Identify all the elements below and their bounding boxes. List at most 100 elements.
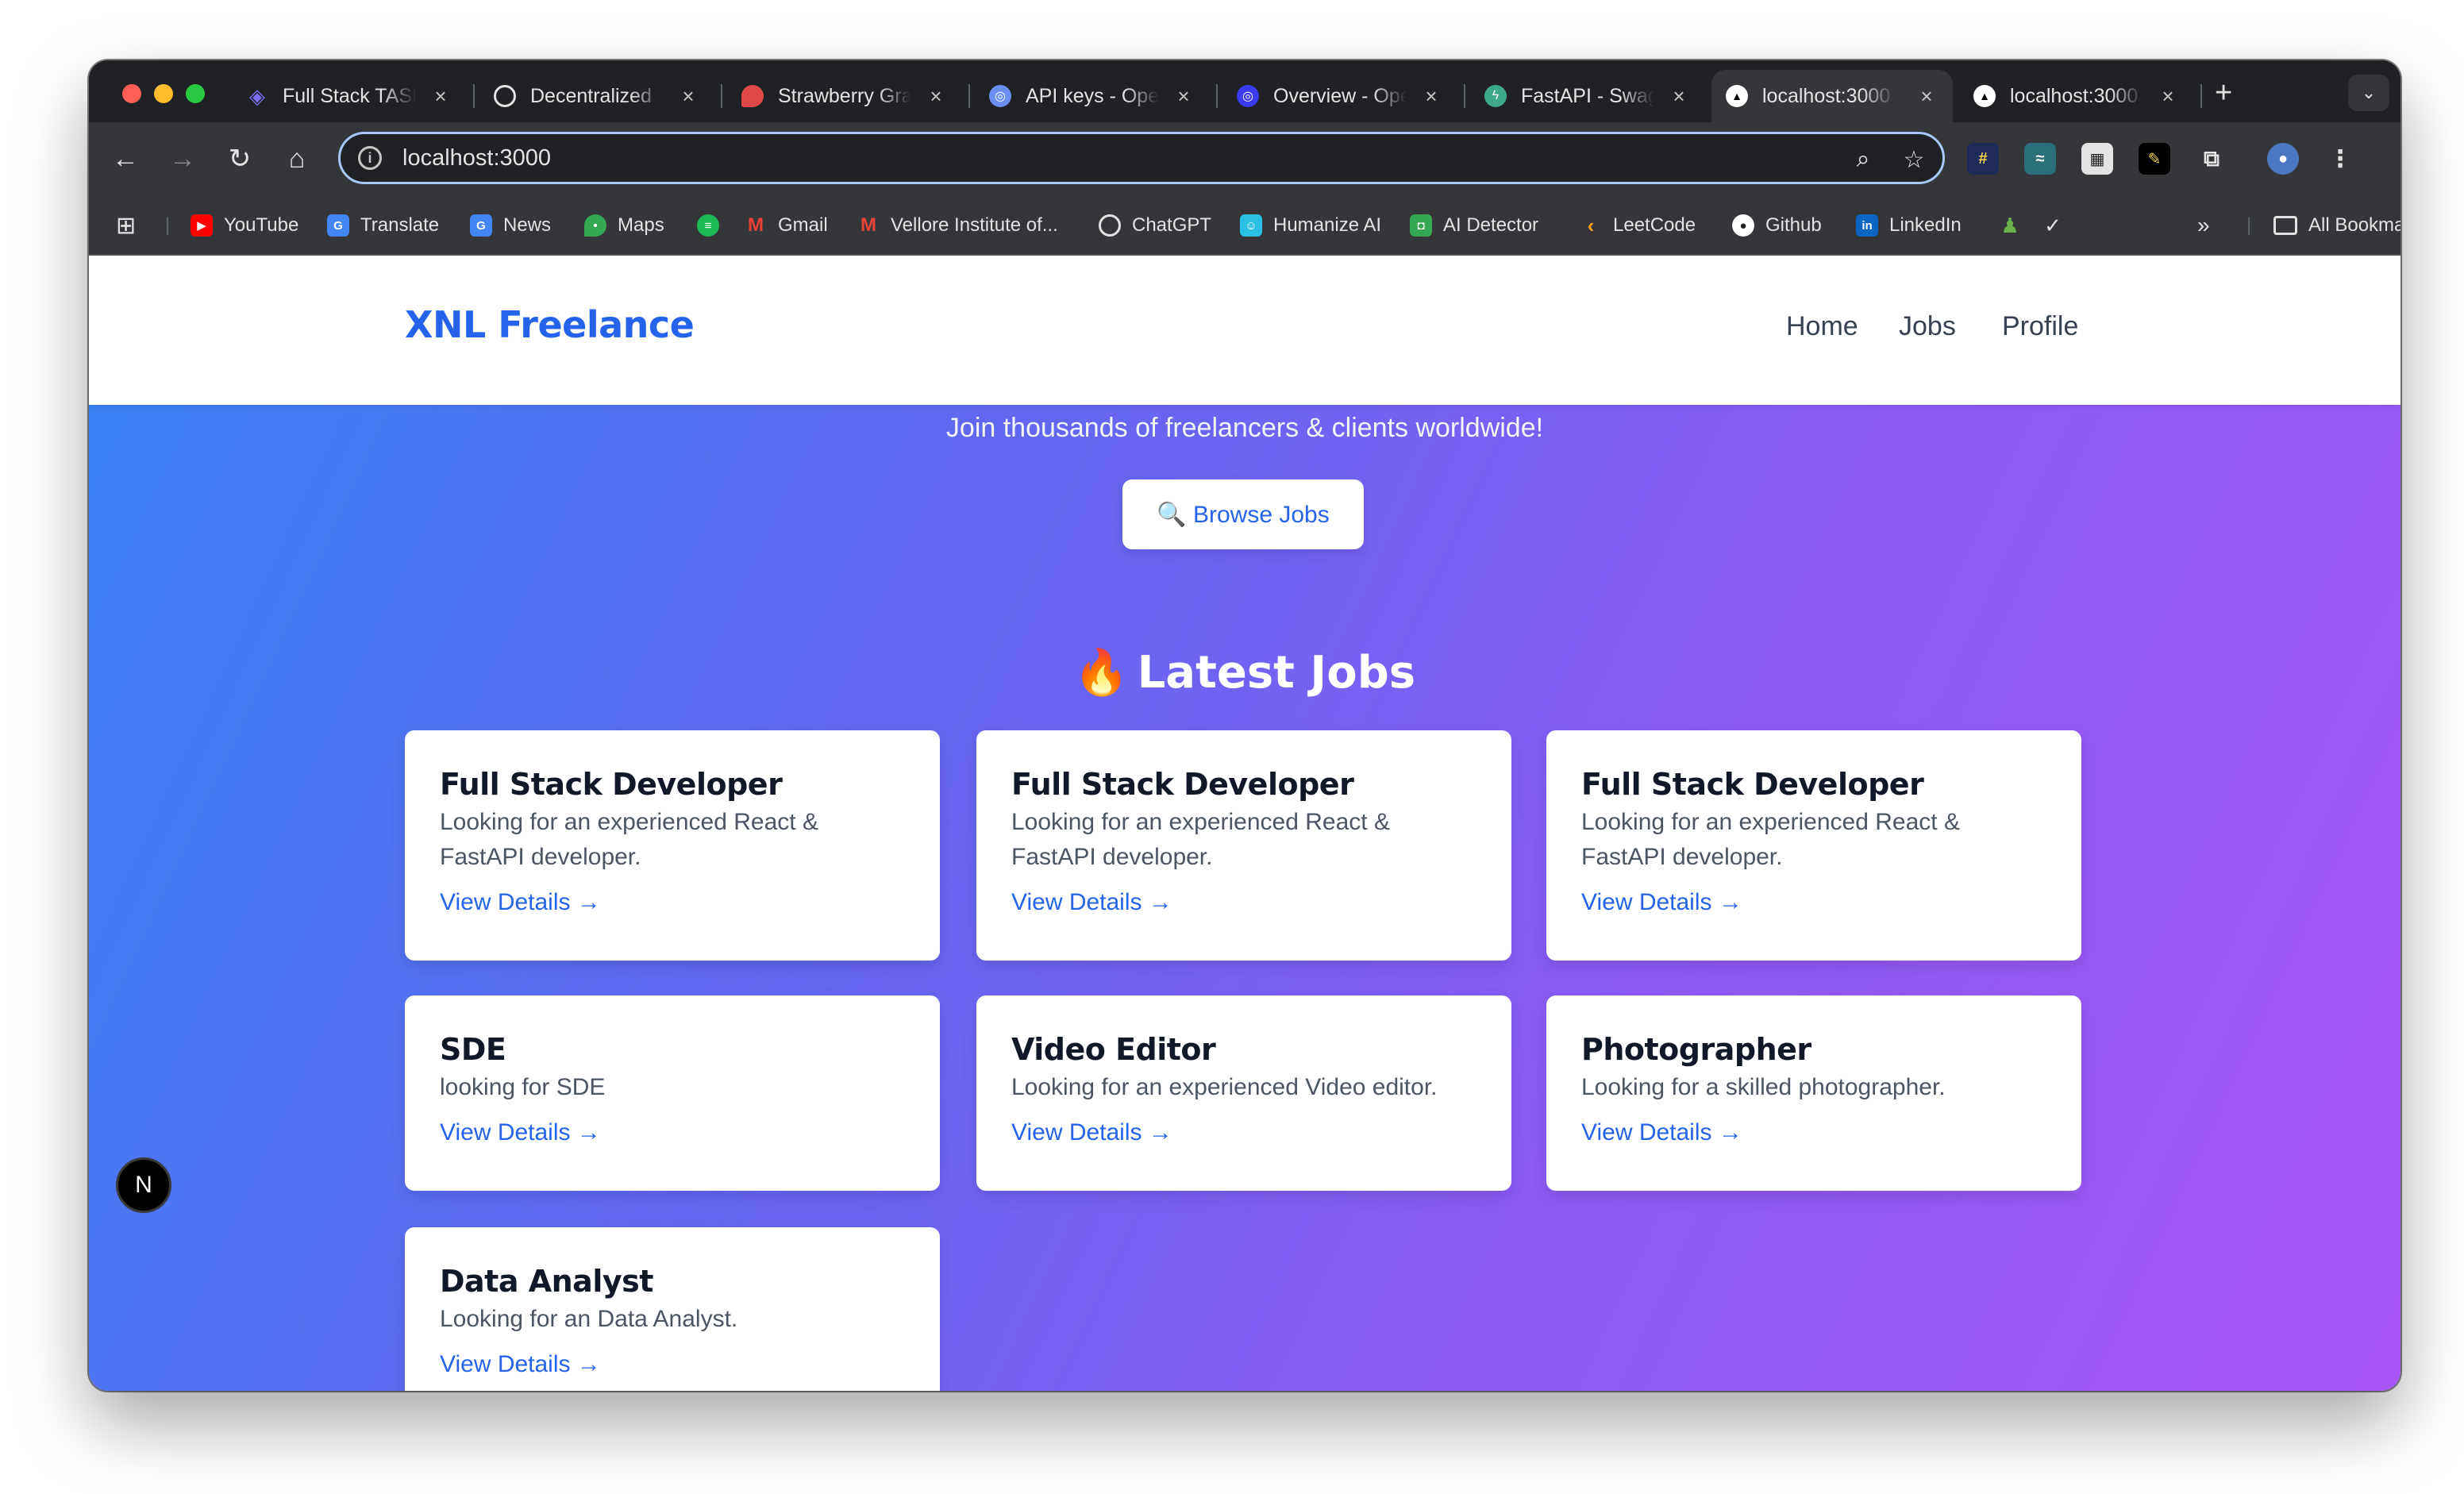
browser-tab[interactable]: ▲ localhost:3000 × bbox=[1959, 70, 2194, 122]
hero-section: Join thousands of freelancers & clients … bbox=[89, 405, 2400, 1391]
view-details-link[interactable]: View Details → bbox=[1581, 1119, 1742, 1146]
browser-tab[interactable]: ◎ Overview - OpenAI × bbox=[1222, 70, 1457, 122]
checkmark-icon: ✓ bbox=[2044, 213, 2062, 237]
browser-tab[interactable]: ◈ Full Stack TASK × bbox=[232, 70, 467, 122]
close-icon[interactable]: × bbox=[1172, 84, 1195, 109]
close-window-button[interactable] bbox=[122, 84, 141, 103]
job-description: Looking for an Data Analyst. bbox=[440, 1306, 738, 1332]
tab-search-button[interactable]: ⌄ bbox=[2348, 75, 2389, 111]
close-icon[interactable]: × bbox=[1419, 84, 1443, 109]
bookmark-translate[interactable]: G Translate bbox=[327, 210, 439, 241]
close-icon[interactable]: × bbox=[2156, 84, 2180, 109]
fire-icon: 🔥 bbox=[1073, 647, 1130, 699]
menu-kebab-icon[interactable]: ⋮ bbox=[2324, 143, 2356, 175]
nav-home-link[interactable]: Home bbox=[1786, 311, 1858, 342]
reload-button[interactable]: ↻ bbox=[221, 140, 259, 178]
nav-profile-link[interactable]: Profile bbox=[2002, 311, 2078, 342]
bookmark-label: Gmail bbox=[778, 214, 828, 236]
bookmark-gmail[interactable]: M Gmail bbox=[745, 210, 828, 241]
view-details-link[interactable]: View Details → bbox=[440, 1351, 601, 1378]
bookmark-figure[interactable]: ♟ bbox=[1999, 210, 2032, 241]
brand-logo[interactable]: XNL Freelance bbox=[405, 303, 695, 346]
bookmark-star-icon[interactable]: ☆ bbox=[1898, 144, 1930, 175]
bookmark-humanize[interactable]: ☺ Humanize AI bbox=[1240, 210, 1381, 241]
maps-icon: • bbox=[584, 214, 606, 237]
bookmark-leetcode[interactable]: ‹ LeetCode bbox=[1580, 210, 1696, 241]
job-card: Video Editor Looking for an experienced … bbox=[976, 995, 1511, 1191]
more-bookmarks-chevron-icon[interactable]: » bbox=[2197, 210, 2210, 241]
browser-tab[interactable]: Decentralized × bbox=[479, 70, 714, 122]
view-details-link[interactable]: View Details → bbox=[1011, 1119, 1172, 1146]
browser-tab[interactable]: Strawberry Grape × bbox=[727, 70, 962, 122]
minimize-window-button[interactable] bbox=[154, 84, 173, 103]
youtube-icon: ▶ bbox=[191, 214, 213, 237]
job-description: Looking for a skilled photographer. bbox=[1581, 1074, 1946, 1100]
bookmark-vellore[interactable]: M Vellore Institute of... bbox=[857, 210, 1058, 241]
job-description: Looking for an experienced Video editor. bbox=[1011, 1074, 1438, 1100]
job-card: Data Analyst Looking for an Data Analyst… bbox=[405, 1227, 940, 1391]
tab-title: Overview - OpenAI bbox=[1273, 84, 1407, 107]
bookmark-chatgpt[interactable]: ChatGPT bbox=[1099, 210, 1211, 241]
bookmark-github[interactable]: ● Github bbox=[1732, 210, 1822, 241]
close-icon[interactable]: × bbox=[429, 84, 452, 109]
globe-icon: ◎ bbox=[1237, 85, 1259, 107]
bookmark-check[interactable]: ✓ bbox=[2042, 210, 2075, 241]
job-title: SDE bbox=[440, 1032, 506, 1067]
extensions-puzzle-icon[interactable]: ⧉ bbox=[2196, 143, 2227, 175]
zoom-icon[interactable]: ⌕ bbox=[1847, 144, 1879, 175]
view-details-link[interactable]: View Details → bbox=[1011, 889, 1172, 916]
address-bar[interactable]: i localhost:3000 ⌕ ☆ bbox=[338, 132, 1945, 184]
tab-strip: ◈ Full Stack TASK × Decentralized × Stra… bbox=[89, 60, 2400, 122]
bookmark-youtube[interactable]: ▶ YouTube bbox=[191, 210, 298, 241]
globe-icon: ◎ bbox=[989, 85, 1011, 107]
profile-avatar[interactable]: ● bbox=[2267, 143, 2299, 175]
forward-button[interactable]: → bbox=[164, 140, 202, 178]
close-icon[interactable]: × bbox=[676, 84, 700, 109]
browser-tab[interactable]: ◎ API keys - OpenAI × bbox=[975, 70, 1210, 122]
job-description: Looking for an experienced React & FastA… bbox=[1011, 809, 1390, 870]
home-button[interactable]: ⌂ bbox=[278, 140, 316, 178]
bookmark-maps[interactable]: • Maps bbox=[584, 210, 664, 241]
all-bookmarks-button[interactable]: All Bookmarks bbox=[2273, 210, 2400, 241]
close-icon[interactable]: × bbox=[1915, 84, 1938, 109]
browser-tab[interactable]: ϟ FastAPI - Swagger × bbox=[1470, 70, 1705, 122]
latest-jobs-heading: 🔥 Latest Jobs bbox=[89, 646, 2400, 699]
site-info-icon[interactable]: i bbox=[358, 146, 382, 170]
bookmarks-bar: ⊞ | ▶ YouTube G Translate G News • Maps … bbox=[89, 195, 2400, 256]
view-details-link[interactable]: View Details → bbox=[1581, 889, 1742, 916]
job-title: Full Stack Developer bbox=[440, 767, 783, 802]
bookmark-spotify[interactable]: ≡ bbox=[697, 210, 730, 241]
leetcode-icon: ‹ bbox=[1587, 213, 1595, 237]
close-icon[interactable]: × bbox=[1667, 84, 1691, 109]
latest-jobs-title: Latest Jobs bbox=[1137, 647, 1416, 699]
extension-grid-icon[interactable]: ▦ bbox=[2081, 143, 2113, 175]
view-details-link[interactable]: View Details → bbox=[440, 1119, 601, 1146]
extension-hash-icon[interactable]: # bbox=[1967, 143, 1999, 175]
extension-wave-icon[interactable]: ≈ bbox=[2024, 143, 2056, 175]
new-tab-button[interactable]: + bbox=[2215, 76, 2232, 110]
strawberry-icon bbox=[741, 85, 764, 107]
browse-jobs-button[interactable]: 🔍 Browse Jobs bbox=[1122, 479, 1364, 549]
zoom-window-button[interactable] bbox=[186, 84, 205, 103]
bookmark-ai-detector[interactable]: ◘ AI Detector bbox=[1410, 210, 1538, 241]
url-text[interactable]: localhost:3000 bbox=[402, 145, 551, 171]
tab-title: localhost:3000 bbox=[1762, 84, 1891, 107]
nextjs-dev-badge[interactable]: N bbox=[116, 1157, 171, 1213]
job-card: Full Stack Developer Looking for an expe… bbox=[405, 730, 940, 961]
tab-title: Strawberry Grape bbox=[778, 84, 911, 107]
extension-pen-icon[interactable]: ✎ bbox=[2139, 143, 2170, 175]
nav-jobs-link[interactable]: Jobs bbox=[1899, 311, 1956, 342]
close-icon[interactable]: × bbox=[924, 84, 948, 109]
apps-grid-icon[interactable]: ⊞ bbox=[116, 210, 136, 241]
bookmark-news[interactable]: G News bbox=[470, 210, 551, 241]
bookmark-linkedin[interactable]: in LinkedIn bbox=[1856, 210, 1962, 241]
back-button[interactable]: ← bbox=[106, 140, 144, 178]
view-details-link[interactable]: View Details → bbox=[440, 889, 601, 916]
hero-tagline: Join thousands of freelancers & clients … bbox=[945, 413, 1544, 443]
figure-icon: ♟ bbox=[2000, 213, 2019, 237]
bookmark-label: Humanize AI bbox=[1273, 214, 1382, 236]
job-card: Photographer Looking for a skilled photo… bbox=[1546, 995, 2081, 1191]
gmail-icon: M bbox=[860, 214, 876, 236]
job-description: Looking for an experienced React & FastA… bbox=[1581, 809, 1960, 870]
browser-tab-active[interactable]: ▲ localhost:3000 × bbox=[1711, 70, 1953, 122]
